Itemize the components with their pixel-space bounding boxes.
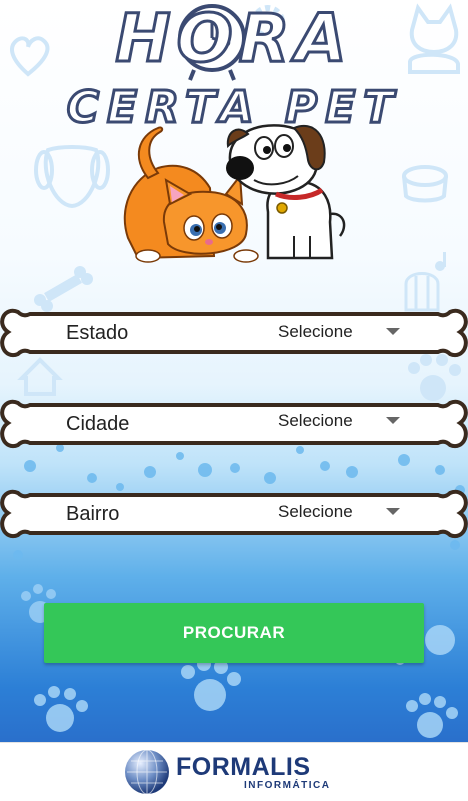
dog-face-icon	[34, 145, 110, 209]
paw-icon	[181, 657, 241, 711]
brand-subtitle: INFORMÁTICA	[244, 780, 331, 791]
pet-bowl-icon	[402, 165, 448, 203]
caret-down-icon	[386, 328, 400, 335]
bairro-dropdown[interactable]: Selecione	[278, 494, 408, 530]
cidade-dropdown[interactable]: Selecione	[278, 403, 408, 439]
paw-icon	[34, 686, 88, 732]
paw-icon	[406, 693, 458, 738]
brand-name: FORMALIS	[176, 753, 311, 781]
cidade-label: Cidade	[66, 413, 130, 435]
estado-label: Estado	[66, 322, 129, 344]
app-title-line-1: HORA	[114, 0, 353, 79]
search-button[interactable]: PROCURAR	[44, 603, 424, 663]
cidade-select[interactable]: Cidade Selecione	[0, 393, 468, 455]
bairro-value: Selecione	[278, 502, 353, 521]
bairro-label: Bairro	[66, 503, 120, 525]
caret-down-icon	[386, 508, 400, 515]
estado-value: Selecione	[278, 322, 353, 341]
music-note-icon	[435, 252, 446, 271]
footer: FORMALIS INFORMÁTICA	[0, 742, 468, 801]
pets-illustration	[123, 124, 346, 263]
doghouse-icon	[17, 357, 63, 396]
estado-dropdown[interactable]: Selecione	[278, 314, 408, 350]
bairro-select[interactable]: Bairro Selecione	[0, 483, 468, 545]
estado-select[interactable]: Estado Selecione	[0, 302, 468, 364]
cidade-value: Selecione	[278, 411, 353, 430]
caret-down-icon	[386, 417, 400, 424]
globe-icon	[125, 749, 169, 795]
